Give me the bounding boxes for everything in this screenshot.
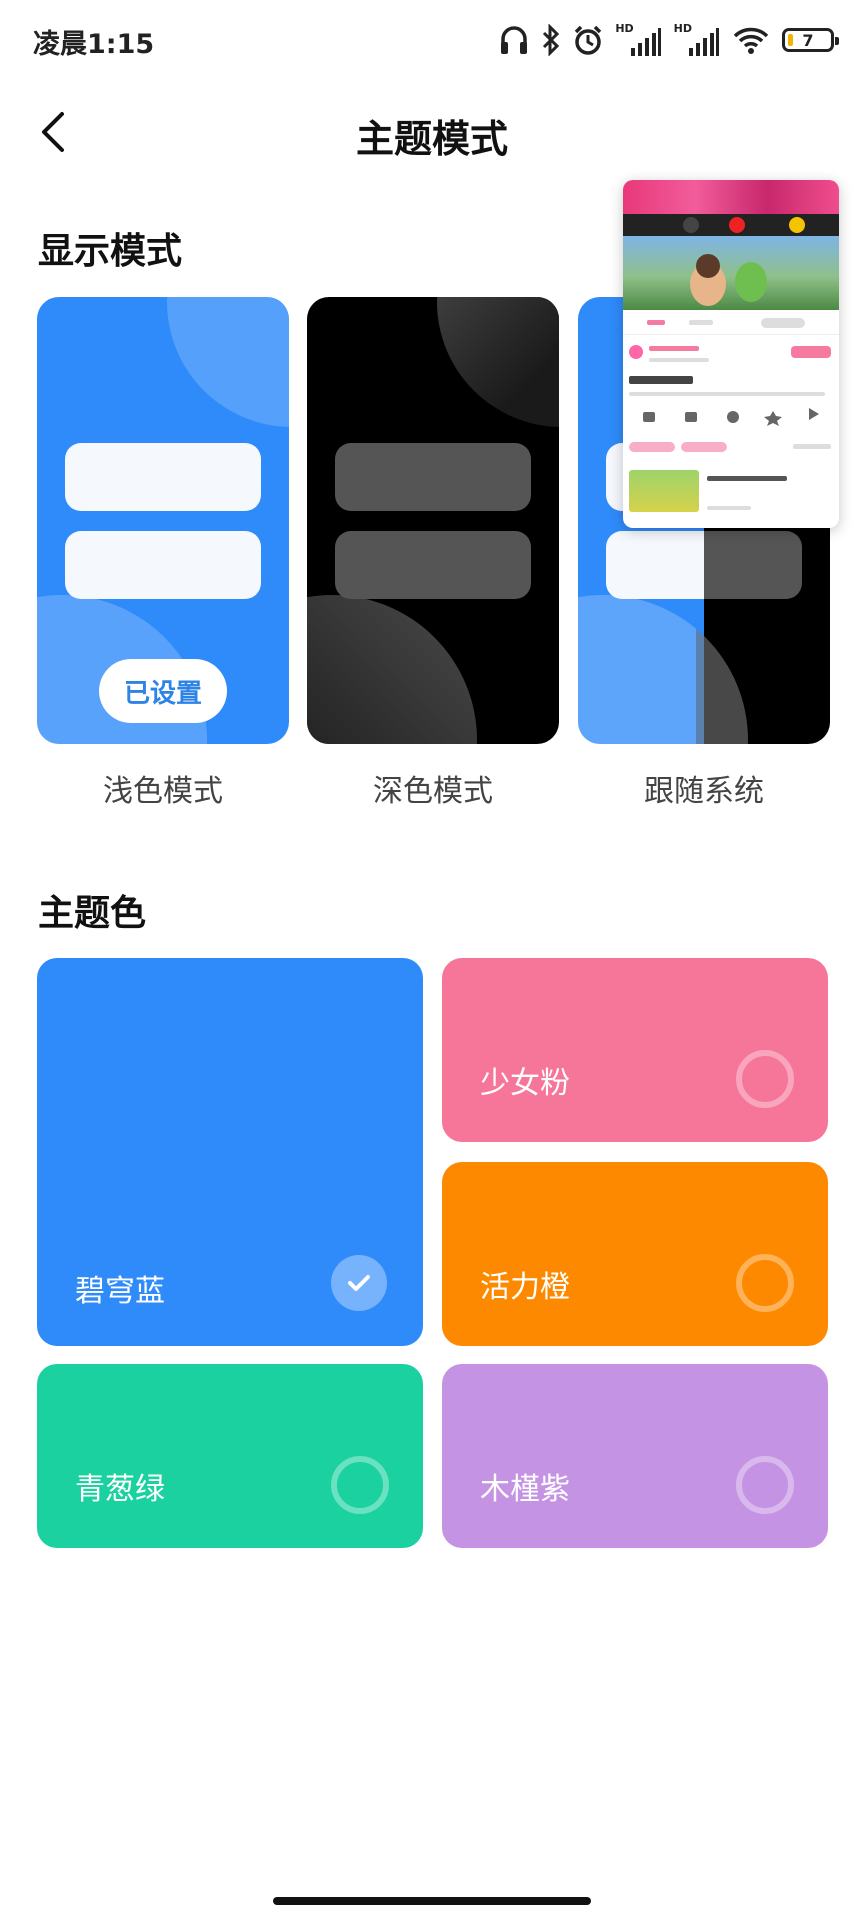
radio-unselected-icon (736, 1050, 794, 1108)
bluetooth-icon (541, 24, 561, 56)
theme-blue-card[interactable]: 碧穹蓝 (37, 958, 423, 1346)
status-bar: 凌晨1:15 HD HD 7 (0, 0, 864, 80)
light-mode-label: 浅色模式 (103, 774, 223, 809)
theme-pink-label: 少女粉 (480, 1066, 570, 1101)
battery-icon: 7 (782, 28, 839, 52)
preview-bar (65, 443, 261, 511)
theme-purple-label: 木槿紫 (480, 1472, 570, 1507)
theme-orange-label: 活力橙 (480, 1270, 570, 1305)
theme-blue-label: 碧穹蓝 (75, 1274, 165, 1309)
video-tabs[interactable] (623, 312, 839, 335)
theme-purple-card[interactable]: 木槿紫 (442, 1364, 828, 1548)
theme-green-label: 青葱绿 (75, 1472, 165, 1507)
follow-system-label: 跟随系统 (644, 774, 764, 809)
preview-bar (65, 531, 261, 599)
radio-unselected-icon (736, 1456, 794, 1514)
status-time: 凌晨1:15 (33, 29, 155, 60)
display-mode-title: 显示模式 (38, 231, 183, 272)
light-mode-card[interactable]: 已设置 (37, 297, 289, 744)
home-indicator[interactable] (273, 1897, 591, 1905)
status-icons: HD HD 7 (499, 18, 839, 62)
theme-pink-card[interactable]: 少女粉 (442, 958, 828, 1142)
wifi-icon (732, 24, 770, 56)
preview-bar (335, 531, 531, 599)
selected-badge: 已设置 (99, 659, 227, 723)
theme-orange-card[interactable]: 活力橙 (442, 1162, 828, 1346)
uploader-avatar (629, 345, 643, 359)
video-action-icons[interactable] (633, 408, 829, 430)
dark-mode-card[interactable] (307, 297, 559, 744)
signal-2-icon: HD (674, 23, 720, 58)
video-game-strip (623, 214, 839, 236)
follow-button[interactable] (791, 346, 831, 358)
alarm-icon (573, 24, 603, 56)
preview-bar (335, 443, 531, 511)
video-player[interactable] (623, 236, 839, 310)
check-icon (331, 1255, 387, 1311)
theme-color-title: 主题色 (38, 893, 147, 934)
signal-1-icon: HD (615, 23, 661, 58)
dark-mode-label: 深色模式 (373, 774, 493, 809)
radio-unselected-icon (331, 1456, 389, 1514)
theme-green-card[interactable]: 青葱绿 (37, 1364, 423, 1548)
preview-bar (606, 531, 802, 599)
page-title: 主题模式 (355, 117, 508, 161)
headphones-icon (499, 24, 529, 56)
floating-video-window[interactable] (623, 180, 839, 528)
radio-unselected-icon (736, 1254, 794, 1312)
related-video-thumbnail[interactable] (629, 470, 699, 512)
battery-level: 7 (802, 30, 814, 50)
